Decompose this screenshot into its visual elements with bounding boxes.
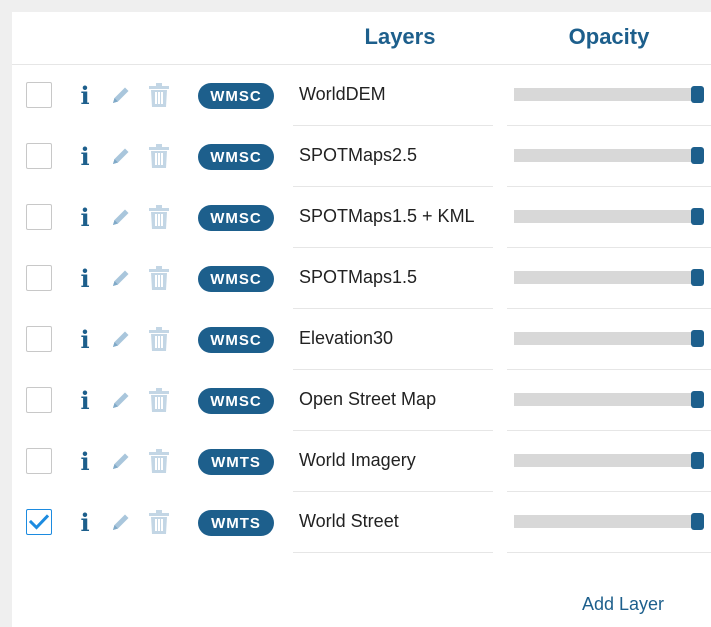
layer-type-badge: WMSC <box>198 205 274 231</box>
layer-name[interactable]: Elevation30 <box>299 328 393 349</box>
opacity-slider-fill <box>514 271 691 284</box>
pencil-icon[interactable] <box>110 511 132 533</box>
trash-icon[interactable] <box>148 204 170 230</box>
opacity-slider-handle[interactable] <box>691 330 704 347</box>
layer-visibility-checkbox[interactable] <box>26 387 52 413</box>
layers-panel: Layers Opacity i WMSC WorldDEM i WMSC SP… <box>12 12 711 627</box>
layer-name[interactable]: Open Street Map <box>299 389 436 410</box>
opacity-slider-fill <box>514 515 691 528</box>
layer-row: i WMTS World Imagery <box>12 431 711 492</box>
layer-row: i WMSC Elevation30 <box>12 309 711 370</box>
checkmark-icon <box>29 514 49 530</box>
opacity-slider-handle[interactable] <box>691 391 704 408</box>
opacity-slider-handle[interactable] <box>691 86 704 103</box>
trash-icon[interactable] <box>148 387 170 413</box>
opacity-slider-handle[interactable] <box>691 513 704 530</box>
layer-type-badge: WMSC <box>198 83 274 109</box>
layer-type-badge: WMSC <box>198 327 274 353</box>
info-icon[interactable]: i <box>76 144 94 170</box>
info-icon[interactable]: i <box>76 449 94 475</box>
trash-icon[interactable] <box>148 509 170 535</box>
trash-icon[interactable] <box>148 265 170 291</box>
pencil-icon[interactable] <box>110 328 132 350</box>
info-icon[interactable]: i <box>76 510 94 536</box>
opacity-slider[interactable] <box>514 147 704 164</box>
pencil-icon[interactable] <box>110 389 132 411</box>
info-icon[interactable]: i <box>76 327 94 353</box>
opacity-slider[interactable] <box>514 208 704 225</box>
add-layer-link[interactable]: Add Layer <box>582 594 664 615</box>
layer-visibility-checkbox[interactable] <box>26 326 52 352</box>
opacity-slider[interactable] <box>514 330 704 347</box>
layer-row: i WMTS World Street <box>12 492 711 553</box>
opacity-column-header: Opacity <box>568 24 650 49</box>
info-icon[interactable]: i <box>76 205 94 231</box>
opacity-slider[interactable] <box>514 391 704 408</box>
layer-type-badge: WMTS <box>198 510 274 536</box>
trash-icon[interactable] <box>148 448 170 474</box>
layer-visibility-checkbox[interactable] <box>26 448 52 474</box>
layer-visibility-checkbox[interactable] <box>26 82 52 108</box>
opacity-slider[interactable] <box>514 269 704 286</box>
layer-visibility-checkbox[interactable] <box>26 265 52 291</box>
opacity-slider-fill <box>514 393 691 406</box>
layers-column-header: Layers <box>364 24 436 49</box>
layer-row: i WMSC WorldDEM <box>12 65 711 126</box>
layer-visibility-checkbox[interactable] <box>26 509 52 535</box>
layer-type-badge: WMSC <box>198 388 274 414</box>
opacity-slider[interactable] <box>514 513 704 530</box>
layer-row: i WMSC Open Street Map <box>12 370 711 431</box>
layer-name[interactable]: World Imagery <box>299 450 416 471</box>
opacity-slider-fill <box>514 210 691 223</box>
table-header: Layers Opacity <box>12 12 711 64</box>
layer-name[interactable]: SPOTMaps2.5 <box>299 145 417 166</box>
layer-visibility-checkbox[interactable] <box>26 143 52 169</box>
pencil-icon[interactable] <box>110 206 132 228</box>
opacity-slider-fill <box>514 454 691 467</box>
trash-icon[interactable] <box>148 326 170 352</box>
opacity-slider-handle[interactable] <box>691 452 704 469</box>
opacity-slider[interactable] <box>514 452 704 469</box>
layer-visibility-checkbox[interactable] <box>26 204 52 230</box>
pencil-icon[interactable] <box>110 145 132 167</box>
layer-row: i WMSC SPOTMaps1.5 <box>12 248 711 309</box>
layer-name[interactable]: SPOTMaps1.5 <box>299 267 417 288</box>
pencil-icon[interactable] <box>110 267 132 289</box>
opacity-slider[interactable] <box>514 86 704 103</box>
opacity-slider-handle[interactable] <box>691 269 704 286</box>
pencil-icon[interactable] <box>110 84 132 106</box>
pencil-icon[interactable] <box>110 450 132 472</box>
info-icon[interactable]: i <box>76 83 94 109</box>
layer-row: i WMSC SPOTMaps2.5 <box>12 126 711 187</box>
info-icon[interactable]: i <box>76 388 94 414</box>
layer-name[interactable]: WorldDEM <box>299 84 386 105</box>
layer-name[interactable]: World Street <box>299 511 399 532</box>
opacity-slider-fill <box>514 88 691 101</box>
layer-type-badge: WMTS <box>198 449 274 475</box>
opacity-slider-fill <box>514 332 691 345</box>
row-divider <box>507 552 711 553</box>
opacity-slider-handle[interactable] <box>691 147 704 164</box>
layer-name[interactable]: SPOTMaps1.5 + KML <box>299 206 475 227</box>
opacity-slider-handle[interactable] <box>691 208 704 225</box>
row-divider <box>293 552 493 553</box>
layer-row: i WMSC SPOTMaps1.5 + KML <box>12 187 711 248</box>
layer-type-badge: WMSC <box>198 144 274 170</box>
layer-type-badge: WMSC <box>198 266 274 292</box>
trash-icon[interactable] <box>148 82 170 108</box>
trash-icon[interactable] <box>148 143 170 169</box>
info-icon[interactable]: i <box>76 266 94 292</box>
opacity-slider-fill <box>514 149 691 162</box>
